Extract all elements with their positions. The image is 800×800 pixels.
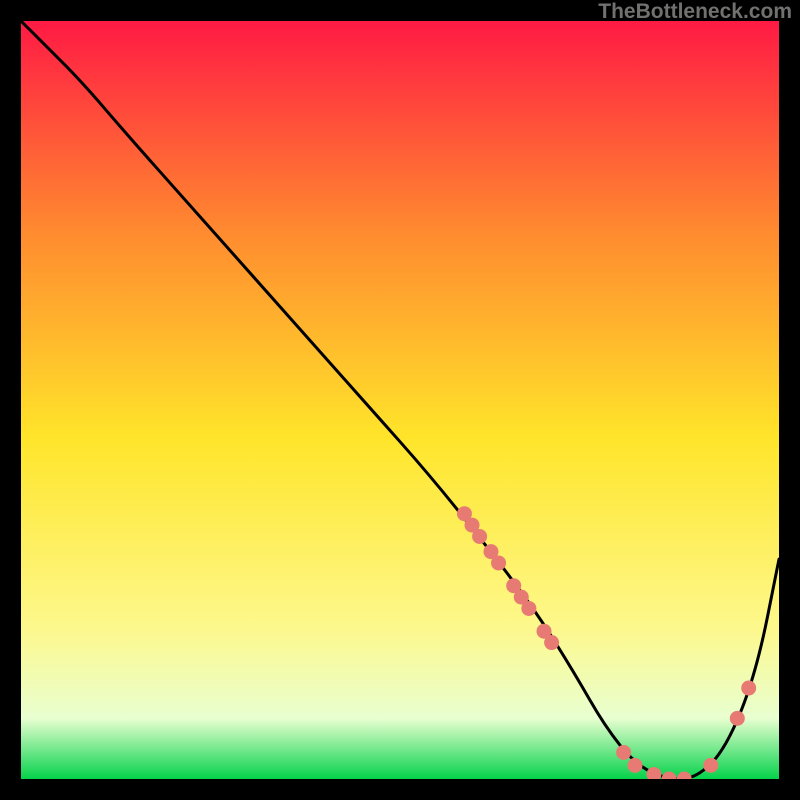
bottleneck-chart xyxy=(21,21,779,779)
chart-background xyxy=(21,21,779,779)
watermark-text: TheBottleneck.com xyxy=(598,0,792,24)
stage: TheBottleneck.com xyxy=(0,0,800,800)
data-marker xyxy=(741,681,756,696)
data-marker xyxy=(472,529,487,544)
data-marker xyxy=(544,635,559,650)
data-marker xyxy=(627,758,642,773)
data-marker xyxy=(616,745,631,760)
data-marker xyxy=(491,555,506,570)
data-marker xyxy=(521,601,536,616)
data-marker xyxy=(703,758,718,773)
data-marker xyxy=(730,711,745,726)
